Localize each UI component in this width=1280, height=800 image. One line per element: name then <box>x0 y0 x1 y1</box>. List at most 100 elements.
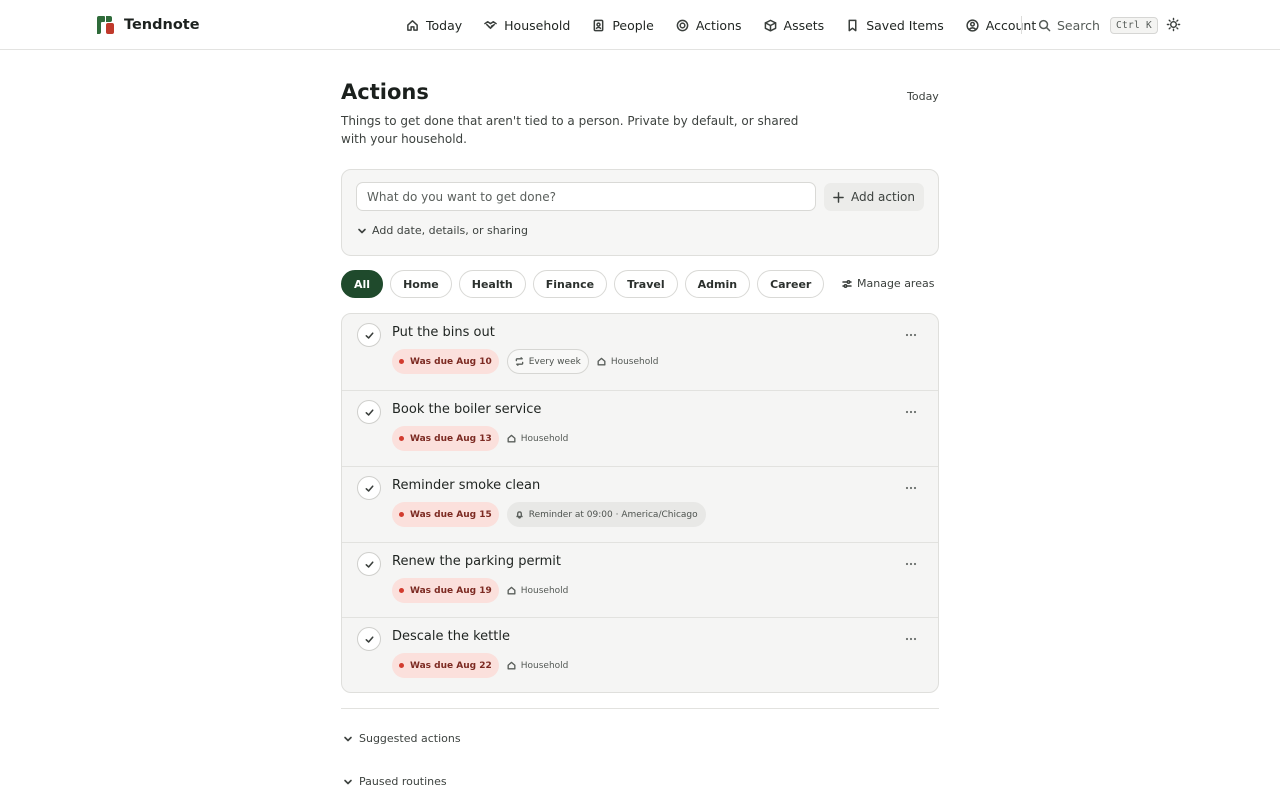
check-icon <box>365 484 373 492</box>
area-filter-chips: All Home Health Finance Travel Admin Car… <box>341 270 825 298</box>
overdue-dot <box>399 663 404 668</box>
chevron-down-icon <box>344 779 352 784</box>
search-button[interactable]: Search Ctrl K <box>1038 15 1159 35</box>
check-icon <box>365 408 373 416</box>
filter-chip-admin[interactable]: Admin <box>684 270 751 298</box>
overdue-badge: Was due Aug 13 <box>392 426 499 451</box>
recurrence-label: Every week <box>528 356 581 367</box>
list-item: Put the bins out Was due Aug 10 Every we… <box>342 314 938 391</box>
filter-chip-health[interactable]: Health <box>458 270 526 298</box>
nav-item-label: Actions <box>695 17 742 33</box>
bookmark-icon <box>848 19 857 31</box>
top-nav-bar: Tendnote Today Household People Actions … <box>0 0 1280 50</box>
tag-label: Household <box>520 660 569 671</box>
home-icon <box>597 357 606 366</box>
theme-toggle[interactable] <box>1166 17 1181 32</box>
filter-chip-travel[interactable]: Travel <box>614 270 678 298</box>
complete-checkbox[interactable] <box>357 323 381 347</box>
today-link[interactable]: Today <box>907 90 939 103</box>
overdue-badge: Was due Aug 15 <box>392 502 499 527</box>
household-tag: Household <box>507 434 568 444</box>
check-icon <box>365 331 373 339</box>
filter-chip-finance[interactable]: Finance <box>532 270 608 298</box>
repeat-icon <box>515 357 524 366</box>
more-options-button[interactable] <box>902 630 920 648</box>
add-action-label: Add action <box>851 190 915 204</box>
suggested-actions-label: Suggested actions <box>359 732 461 745</box>
nav-item-label: Today <box>426 17 463 33</box>
nav-item-label: Assets <box>783 17 825 33</box>
nav-divider <box>1021 16 1022 34</box>
add-details-label: Add date, details, or sharing <box>372 224 528 237</box>
sun-icon <box>1166 17 1181 32</box>
list-item: Book the boiler service Was due Aug 13 H… <box>342 391 938 467</box>
home-icon <box>507 434 516 443</box>
brand[interactable]: Tendnote <box>94 13 200 37</box>
add-details-toggle[interactable]: Add date, details, or sharing <box>357 224 528 237</box>
nav-item-household[interactable]: Household <box>484 15 570 35</box>
overdue-dot <box>399 512 404 517</box>
page-title: Actions <box>341 80 429 104</box>
complete-checkbox[interactable] <box>357 400 381 424</box>
reminder-label: Reminder at 09:00 · America/Chicago <box>528 509 698 520</box>
filter-chip-all[interactable]: All <box>341 270 384 298</box>
household-tag: Household <box>597 356 659 367</box>
manage-areas-button[interactable]: Manage areas <box>842 277 934 290</box>
nav-item-label: Account <box>985 17 1037 33</box>
more-options-button[interactable] <box>902 555 920 573</box>
nav-item-assets[interactable]: Assets <box>764 15 825 35</box>
suggested-actions-toggle[interactable]: Suggested actions <box>343 732 461 745</box>
ellipsis-icon <box>905 562 917 566</box>
search-shortcut: Ctrl K <box>1109 16 1159 34</box>
add-action-button[interactable]: Add action <box>824 183 924 211</box>
page-subtitle: Things to get done that aren't tied to a… <box>341 114 799 146</box>
filter-chip-career[interactable]: Career <box>757 270 825 298</box>
filter-chip-home[interactable]: Home <box>390 270 452 298</box>
home-icon <box>507 661 516 670</box>
nav-item-actions[interactable]: Actions <box>676 15 742 35</box>
chevron-down-icon <box>358 228 366 233</box>
brand-name: Tendnote <box>124 17 200 33</box>
action-title[interactable]: Reminder smoke clean <box>392 478 540 493</box>
action-title[interactable]: Put the bins out <box>392 325 495 340</box>
more-options-button[interactable] <box>902 326 920 344</box>
search-icon <box>1038 19 1051 31</box>
list-item: Reminder smoke clean Was due Aug 15 Remi… <box>342 467 938 543</box>
paused-routines-toggle[interactable]: Paused routines <box>343 775 447 788</box>
nav-item-saved-items[interactable]: Saved Items <box>846 15 944 35</box>
complete-checkbox[interactable] <box>357 476 381 500</box>
nav-item-label: People <box>612 17 654 33</box>
household-tag: Household <box>507 586 568 596</box>
more-options-button[interactable] <box>902 479 920 497</box>
nav-item-today[interactable]: Today <box>406 15 462 35</box>
action-meta: Was due Aug 13 Household <box>392 426 568 451</box>
complete-checkbox[interactable] <box>357 552 381 576</box>
reminder-pill: Reminder at 09:00 · America/Chicago <box>506 502 706 527</box>
nav-item-people[interactable]: People <box>592 15 654 35</box>
ellipsis-icon <box>905 486 917 490</box>
check-icon <box>365 560 373 568</box>
contact-book-icon <box>593 19 604 31</box>
complete-checkbox[interactable] <box>357 627 381 651</box>
user-circle-icon <box>966 18 979 32</box>
ellipsis-icon <box>905 333 917 337</box>
target-icon <box>676 19 689 31</box>
action-title[interactable]: Renew the parking permit <box>392 554 561 569</box>
tag-label: Household <box>610 356 659 367</box>
nav-item-account[interactable]: Account <box>966 15 1036 35</box>
search-label: Search <box>1057 17 1100 33</box>
more-options-button[interactable] <box>902 403 920 421</box>
manage-areas-label: Manage areas <box>857 277 935 290</box>
handshake-icon <box>484 20 497 29</box>
due-label: Was due Aug 22 <box>410 660 492 671</box>
list-item: Descale the kettle Was due Aug 22 Househ… <box>342 618 938 692</box>
new-action-input[interactable] <box>356 182 816 211</box>
list-item: Renew the parking permit Was due Aug 19 … <box>342 543 938 618</box>
due-label: Was due Aug 15 <box>410 509 492 520</box>
action-title[interactable]: Book the boiler service <box>392 402 541 417</box>
action-title[interactable]: Descale the kettle <box>392 629 510 644</box>
action-meta: Was due Aug 10 Every week Household <box>392 349 658 374</box>
action-meta: Was due Aug 22 Household <box>392 653 568 678</box>
nav-item-label: Household <box>504 17 571 33</box>
overdue-dot <box>399 359 404 364</box>
